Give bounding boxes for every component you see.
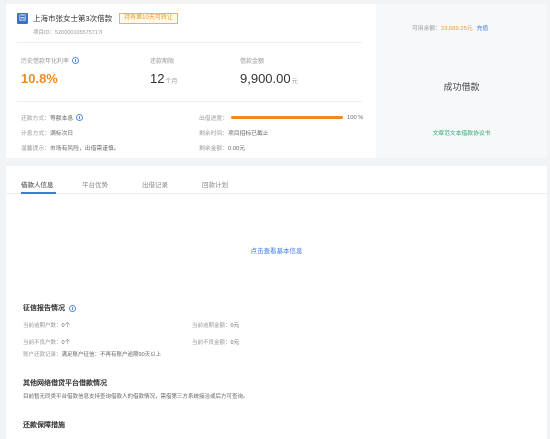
repay-method: 还款方式： 等额本息 xyxy=(21,113,84,122)
remain-label: 剩余金额： xyxy=(199,146,228,152)
borrower-type-icon: 园 xyxy=(17,13,28,24)
contract-link[interactable]: 文章范文本借款协议书 xyxy=(376,128,547,137)
lending-progress: 出借进度： 100 % xyxy=(199,113,364,123)
metric-amount: 借款金额 9,900.00 元 xyxy=(240,56,298,86)
other-platform-title-text: 其他网络借贷平台借款情况 xyxy=(23,380,107,387)
bad-count-value: 0个 xyxy=(61,340,71,346)
metric-amount-label: 借款金额 xyxy=(240,59,265,65)
bad-count: 当前不良户数：0个 xyxy=(23,338,70,346)
repay-record-value: 满足账户征信：不再有账户逾期90天以上 xyxy=(61,352,162,358)
tab-lending-records[interactable]: 出借记录 xyxy=(142,179,168,189)
divider xyxy=(17,101,362,102)
available-balance: 可用余额：23,689.25元 充值 xyxy=(412,23,488,32)
progress-label: 出借进度： xyxy=(199,116,228,122)
overdue-count-label: 当前逾期户数： xyxy=(23,323,62,329)
bad-count-label: 当前不良户数： xyxy=(23,340,62,346)
overdue-amount-label: 当前逾期金额： xyxy=(192,323,231,329)
overdue-count-value: 0个 xyxy=(61,323,71,329)
loan-title: 上海市张女士第3次借款 xyxy=(33,14,113,23)
metric-amount-unit: 元 xyxy=(291,79,298,85)
tab-borrower-info[interactable]: 借款人信息 xyxy=(21,179,54,189)
available-amount: 23,689.25元 xyxy=(441,26,473,32)
other-platform-text: 目前暂无同类平台借款信息支持查询借款人的借款情况，需借第三方系统接洽或后方可查询… xyxy=(23,394,249,400)
interest-label: 计息方式： xyxy=(21,131,50,137)
repay-method-label: 还款方式： xyxy=(21,116,50,122)
credit-report-title: 征信报告情况 xyxy=(23,303,76,313)
metric-term-value: 12 xyxy=(150,71,165,86)
loan-summary-card: 园 上海市张女士第3次借款 持有第10天可转让 项目ID：52000010557… xyxy=(6,4,547,158)
metric-term-label: 还款期限 xyxy=(150,59,175,65)
info-icon[interactable] xyxy=(76,114,84,121)
metric-term-unit: 个月 xyxy=(165,79,178,85)
bad-amount-value: 0元 xyxy=(230,340,240,346)
risk-tip: 温馨提示： 市场有风险，出借需谨慎。 xyxy=(21,143,120,152)
overdue-amount-value: 0元 xyxy=(230,323,240,329)
guarantee-title: 还款保障措施 xyxy=(23,420,65,430)
repay-method-value: 等额本息 xyxy=(50,116,74,122)
metric-amount-value: 9,900.00 xyxy=(240,71,291,86)
tab-platform-advantage[interactable]: 平台优势 xyxy=(82,179,108,189)
metric-rate-label: 历史借款年化利率 xyxy=(21,59,70,65)
deadline-value: 项目招标已截止 xyxy=(228,131,269,137)
remaining-amount: 剩余金额： 0.00元 xyxy=(199,143,245,152)
remain-value: 0.00元 xyxy=(228,146,246,152)
active-tab-indicator xyxy=(21,192,56,194)
credit-title-text: 征信报告情况 xyxy=(23,305,65,312)
available-label: 可用余额： xyxy=(412,26,441,32)
metric-rate-value: 10.8% xyxy=(21,71,58,86)
project-id: 项目ID：520000105575717I xyxy=(33,30,103,36)
loan-info-panel: 园 上海市张女士第3次借款 持有第10天可转让 项目ID：52000010557… xyxy=(6,4,374,158)
bad-amount: 当前不良金额：0元 xyxy=(192,338,239,346)
progress-bar xyxy=(231,116,343,119)
recharge-link[interactable]: 充值 xyxy=(477,26,489,32)
loan-title-row: 园 上海市张女士第3次借款 持有第10天可转让 xyxy=(17,13,178,24)
progress-fill xyxy=(231,116,343,119)
overdue-count: 当前逾期户数：0个 xyxy=(23,321,70,329)
transfer-badge: 持有第10天可转让 xyxy=(119,13,178,24)
overdue-amount: 当前逾期金额：0元 xyxy=(192,321,239,329)
tab-repayment-plan[interactable]: 回款计划 xyxy=(202,179,228,189)
interest-method: 计息方式： 满标次日 xyxy=(21,128,73,137)
repayment-record: 账户还款记录：满足账户征信：不再有账户逾期90天以上 xyxy=(23,350,161,358)
info-icon[interactable] xyxy=(69,304,76,312)
risk-label: 温馨提示： xyxy=(21,146,50,152)
deadline-label: 剩余时间： xyxy=(199,131,228,137)
interest-value: 满标次日 xyxy=(50,131,74,137)
metric-term: 还款期限 12 个月 xyxy=(150,56,177,86)
account-panel: 可用余额：23,689.25元 充值 成功借款 文章范文本借款协议书 xyxy=(376,4,547,158)
loan-status: 成功借款 xyxy=(443,82,480,92)
view-basic-info-link[interactable]: 点击查看基本信息 xyxy=(6,245,547,255)
detail-tabs: 借款人信息 平台优势 出借记录 回款计划 xyxy=(6,166,547,194)
info-icon[interactable] xyxy=(72,57,80,64)
remaining-time: 剩余时间： 项目招标已截止 xyxy=(199,128,269,137)
metric-rate: 历史借款年化利率 10.8% xyxy=(21,56,80,86)
detail-card: 借款人信息 平台优势 出借记录 回款计划 点击查看基本信息 征信报告情况 当前逾… xyxy=(6,166,547,439)
repay-record-label: 账户还款记录： xyxy=(23,352,62,358)
risk-value: 市场有风险，出借需谨慎。 xyxy=(50,146,120,152)
bad-amount-label: 当前不良金额： xyxy=(192,340,231,346)
divider xyxy=(17,42,362,43)
guarantee-title-text: 还款保障措施 xyxy=(23,422,65,429)
other-platform-title: 其他网络借贷平台借款情况 xyxy=(23,378,107,388)
progress-percent: 100 % xyxy=(347,114,364,121)
